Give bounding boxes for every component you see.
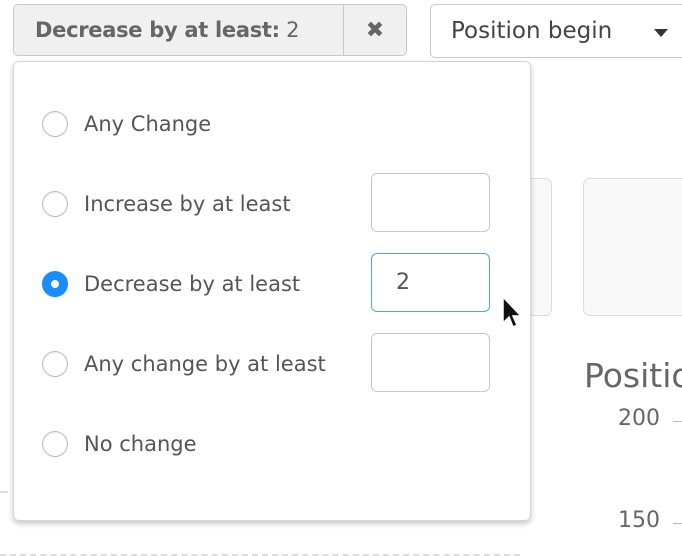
y-tick-label: 200 [618, 406, 660, 431]
close-x-icon: ✖ [365, 17, 385, 43]
mouse-cursor-icon [502, 296, 523, 329]
option-increase-by-at-least[interactable]: Increase by at least [42, 189, 291, 219]
option-any-change[interactable]: Any Change [42, 109, 211, 139]
y-tick-mark [673, 421, 682, 422]
change-filter-popup: Any Change Increase by at least Decrease… [13, 61, 531, 521]
position-select[interactable]: Position begin [430, 4, 682, 58]
y-tick-mark [673, 523, 682, 524]
position-select-value: Position begin [451, 18, 613, 44]
radio-decrease[interactable] [42, 271, 68, 297]
radio-any-change-by[interactable] [42, 351, 68, 377]
radio-increase[interactable] [42, 191, 68, 217]
radio-no-change[interactable] [42, 431, 68, 457]
caret-down-icon [654, 29, 668, 37]
increase-amount-input[interactable] [371, 173, 490, 232]
option-label: Any Change [84, 112, 212, 136]
gridline [0, 491, 8, 493]
remove-filter-button[interactable]: ✖ [343, 5, 406, 55]
option-label: No change [84, 432, 197, 456]
option-no-change[interactable]: No change [42, 429, 197, 459]
option-any-change-by-at-least[interactable]: Any change by at least [42, 349, 326, 379]
option-decrease-by-at-least[interactable]: Decrease by at least [42, 269, 300, 299]
any-change-amount-input[interactable] [371, 333, 490, 392]
background-card [583, 178, 682, 316]
y-tick-label: 150 [618, 508, 660, 533]
radio-any-change[interactable] [42, 111, 68, 137]
option-label: Decrease by at least [84, 272, 301, 296]
filter-chip-label[interactable]: Decrease by at least: 2 [14, 18, 343, 42]
filter-chip-value: 2 [286, 18, 300, 42]
chart-title: Positio [584, 356, 682, 395]
option-label: Increase by at least [84, 192, 291, 216]
decrease-amount-input[interactable] [371, 253, 490, 312]
option-label: Any change by at least [84, 352, 326, 376]
active-filter-chip[interactable]: Decrease by at least: 2 ✖ [13, 4, 407, 56]
